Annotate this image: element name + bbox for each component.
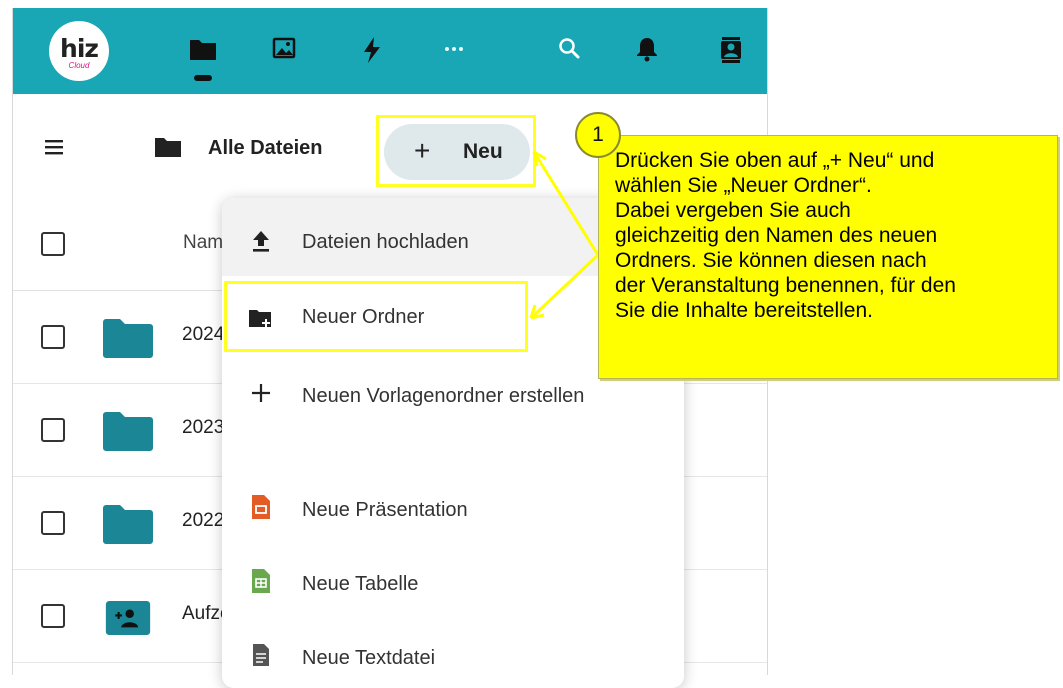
callout-text: Drücken Sie oben auf „+ Neu“ und wählen … [615,149,956,322]
step-number: 1 [592,123,604,146]
step-number-badge: 1 [575,112,621,158]
instruction-callout: Drücken Sie oben auf „+ Neu“ und wählen … [598,135,1058,379]
